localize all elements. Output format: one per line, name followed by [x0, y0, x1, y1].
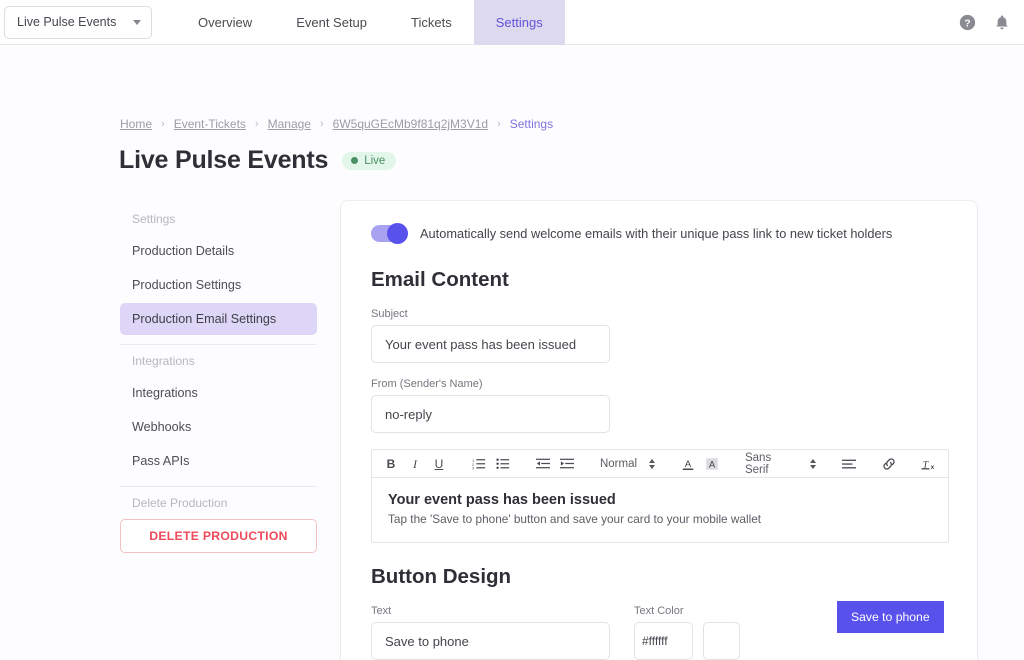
- text-color-input[interactable]: [634, 622, 693, 660]
- highlight-color-icon[interactable]: A: [701, 453, 723, 475]
- text-color-field-group: Text Color: [634, 605, 740, 660]
- top-navigation-bar: Live Pulse Events Overview Event Setup T…: [0, 0, 1024, 45]
- underline-icon[interactable]: U: [428, 453, 450, 475]
- subject-input[interactable]: [371, 325, 610, 363]
- svg-text:3: 3: [472, 466, 475, 470]
- button-text-field-group: Text: [371, 605, 610, 660]
- clear-formatting-icon[interactable]: T x: [918, 453, 940, 475]
- outdent-icon[interactable]: [532, 453, 554, 475]
- breadcrumb-separator: ›: [319, 118, 324, 130]
- page-title: Live Pulse Events: [119, 146, 329, 174]
- toggle-knob: [387, 223, 408, 244]
- breadcrumb-item-settings[interactable]: Settings: [510, 117, 553, 131]
- sidebar-item-production-email-settings[interactable]: Production Email Settings: [120, 303, 317, 335]
- editor-content-area[interactable]: Your event pass has been issued Tap the …: [371, 477, 949, 543]
- bullet-list-icon[interactable]: [492, 453, 514, 475]
- sidebar-item-integrations[interactable]: Integrations: [120, 377, 317, 409]
- editor-paragraph-text: Tap the 'Save to phone' button and save …: [388, 512, 762, 526]
- tab-overview-label: Overview: [198, 14, 253, 30]
- text-color-icon[interactable]: A: [677, 453, 699, 475]
- email-settings-card: Automatically send welcome emails with t…: [340, 200, 978, 660]
- tab-tickets-label: Tickets: [411, 14, 452, 30]
- italic-icon[interactable]: I: [404, 453, 426, 475]
- sidebar-item-production-details[interactable]: Production Details: [120, 235, 317, 267]
- tab-tickets[interactable]: Tickets: [389, 0, 474, 45]
- button-design-right-column: Text Color Background Color: [634, 605, 740, 660]
- tab-settings-label: Settings: [495, 14, 543, 30]
- sidebar-group-label-settings: Settings: [132, 212, 176, 226]
- font-family-value: Sans Serif: [744, 451, 772, 476]
- button-text-label: Text: [371, 605, 392, 617]
- tab-event-setup[interactable]: Event Setup: [274, 0, 389, 45]
- breadcrumb-separator: ›: [497, 118, 501, 130]
- organization-select-value: Live Pulse Events: [17, 15, 117, 29]
- settings-sidebar: Settings Production Details Production S…: [120, 205, 317, 553]
- breadcrumb-item-event-tickets[interactable]: Event-Tickets: [174, 117, 246, 131]
- button-design-title: Button Design: [371, 565, 512, 588]
- button-preview[interactable]: Save to phone: [837, 601, 944, 633]
- breadcrumb-item-production-id[interactable]: 6W5quGEcMb9f81q2jM3V1d: [333, 117, 488, 131]
- help-circle-icon[interactable]: ?: [959, 14, 976, 31]
- ordered-list-icon[interactable]: 1 2 3: [468, 453, 490, 475]
- subject-label: Subject: [371, 308, 408, 320]
- breadcrumb: Home › Event-Tickets › Manage › 6W5quGEc…: [120, 117, 553, 131]
- page-title-row: Live Pulse Events Live: [119, 146, 397, 175]
- align-icon[interactable]: [838, 453, 860, 475]
- bold-icon[interactable]: B: [380, 453, 402, 475]
- status-dot-icon: [351, 157, 359, 164]
- editor-toolbar: B I U 1 2 3 Normal A A Sans Serif T x: [371, 449, 949, 477]
- email-content-title: Email Content: [371, 268, 509, 291]
- breadcrumb-separator: ›: [254, 118, 259, 130]
- from-field-group: From (Sender's Name): [371, 378, 947, 433]
- topbar-actions: ?: [959, 0, 1010, 45]
- button-design-section: Button Design Text Corner Radius Text Co…: [371, 565, 947, 660]
- sidebar-group-label-delete-production: Delete Production: [132, 496, 228, 510]
- chevron-updown-icon: [649, 458, 656, 469]
- breadcrumb-item-home[interactable]: Home: [120, 117, 152, 131]
- tab-overview[interactable]: Overview: [176, 0, 274, 45]
- button-text-input[interactable]: [371, 622, 610, 660]
- font-family-select[interactable]: Sans Serif: [741, 452, 820, 476]
- auto-send-toggle-row: Automatically send welcome emails with t…: [371, 223, 947, 244]
- sidebar-divider: [120, 486, 317, 487]
- tab-settings[interactable]: Settings: [473, 0, 565, 45]
- organization-select[interactable]: Live Pulse Events: [4, 5, 152, 39]
- status-badge: Live: [342, 151, 397, 170]
- block-format-value: Normal: [599, 457, 638, 470]
- breadcrumb-item-manage[interactable]: Manage: [268, 117, 311, 131]
- page-body: Home › Event-Tickets › Manage › 6W5quGEc…: [0, 45, 1024, 660]
- sidebar-item-webhooks[interactable]: Webhooks: [120, 411, 317, 443]
- svg-text:A: A: [685, 459, 692, 470]
- indent-icon[interactable]: [556, 453, 578, 475]
- block-format-select[interactable]: Normal: [596, 458, 659, 470]
- svg-text:?: ?: [964, 18, 970, 29]
- auto-send-toggle-label: Automatically send welcome emails with t…: [420, 226, 893, 241]
- editor-heading-text: Your event pass has been issued: [388, 492, 616, 508]
- status-badge-label: Live: [364, 154, 386, 167]
- chevron-updown-icon: [810, 458, 816, 469]
- svg-text:x: x: [931, 463, 935, 470]
- delete-production-button[interactable]: DELETE PRODUCTION: [120, 519, 317, 553]
- tab-event-setup-label: Event Setup: [296, 14, 368, 30]
- sidebar-divider: [120, 344, 317, 345]
- breadcrumb-separator: ›: [161, 118, 165, 130]
- auto-send-welcome-emails-toggle[interactable]: [371, 223, 408, 244]
- nav-tabs: Overview Event Setup Tickets Settings: [176, 0, 565, 45]
- chevron-down-icon: [133, 19, 141, 25]
- text-color-swatch[interactable]: [703, 622, 740, 660]
- text-color-label: Text Color: [634, 605, 684, 617]
- sidebar-group-label-integrations: Integrations: [132, 354, 195, 368]
- sidebar-item-pass-apis[interactable]: Pass APIs: [120, 445, 317, 477]
- text-color-row: [634, 622, 740, 660]
- from-sender-name-label: From (Sender's Name): [371, 378, 483, 390]
- from-sender-name-input[interactable]: [371, 395, 610, 433]
- button-design-left-column: Text Corner Radius: [371, 605, 610, 660]
- email-body-editor: B I U 1 2 3 Normal A A Sans Serif T x Yo…: [371, 449, 949, 543]
- subject-field-group: Subject: [371, 308, 947, 363]
- bell-icon[interactable]: [994, 14, 1010, 32]
- sidebar-item-production-settings[interactable]: Production Settings: [120, 269, 317, 301]
- svg-text:A: A: [709, 459, 716, 469]
- link-icon[interactable]: [878, 453, 900, 475]
